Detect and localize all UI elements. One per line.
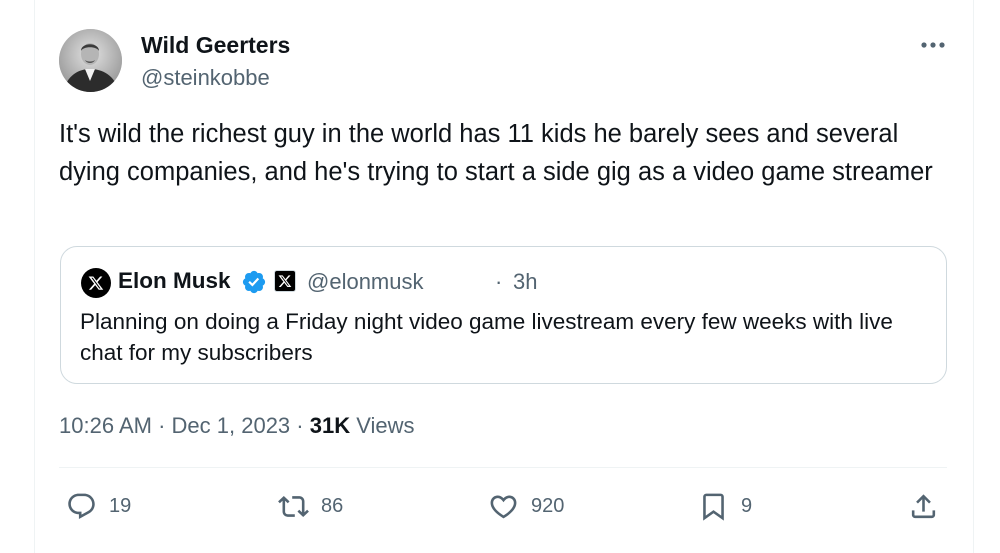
meta-separator: ·: [296, 413, 304, 438]
quote-author-handle: @elonmusk: [307, 269, 424, 294]
like-button[interactable]: 920: [488, 488, 564, 524]
more-options-button[interactable]: [918, 34, 948, 56]
share-icon: [911, 493, 936, 518]
repost-count: 86: [321, 494, 344, 517]
tweet-meta: 10:26 AM · Dec 1, 2023 · 31K Views: [59, 413, 415, 439]
views-label: Views: [356, 413, 415, 438]
like-icon: [490, 495, 517, 518]
quote-tweet-card[interactable]: Elon Musk @elonmusk · 3h Planning on doi…: [60, 246, 947, 384]
author-handle[interactable]: @steinkobbe: [141, 65, 270, 91]
meta-separator: ·: [158, 413, 166, 438]
tweet-text: It's wild the richest guy in the world h…: [59, 120, 933, 186]
tweet-time[interactable]: 10:26 AM: [59, 413, 152, 438]
quote-timestamp[interactable]: 3h: [513, 269, 537, 295]
quote-separator: ·: [495, 269, 503, 294]
reply-count: 19: [109, 494, 132, 517]
divider: [59, 467, 947, 468]
repost-button[interactable]: 86: [278, 488, 343, 524]
x-affiliate-icon: [278, 275, 292, 287]
verified-icon: [242, 270, 266, 294]
author-avatar[interactable]: [59, 29, 122, 92]
bookmark-icon: [703, 493, 724, 521]
bookmark-button[interactable]: 9: [698, 488, 752, 524]
avatar-photo-icon: [59, 29, 122, 92]
views-count: 31K: [309, 413, 351, 438]
share-button[interactable]: [908, 488, 939, 524]
affiliate-badge: [274, 270, 296, 292]
tweet-date[interactable]: Dec 1, 2023: [172, 413, 291, 438]
more-icon: [921, 42, 945, 48]
reply-button[interactable]: 19: [66, 488, 131, 524]
quote-author-name: Elon Musk: [118, 268, 231, 293]
like-count: 920: [531, 494, 565, 517]
reply-icon: [68, 493, 95, 519]
bookmark-count: 9: [741, 494, 753, 517]
quote-avatar[interactable]: [81, 268, 111, 298]
author-name[interactable]: Wild Geerters: [141, 32, 290, 59]
quote-text: Planning on doing a Friday night video g…: [80, 309, 893, 365]
x-logo-icon: [88, 276, 104, 290]
repost-icon: [278, 495, 309, 517]
